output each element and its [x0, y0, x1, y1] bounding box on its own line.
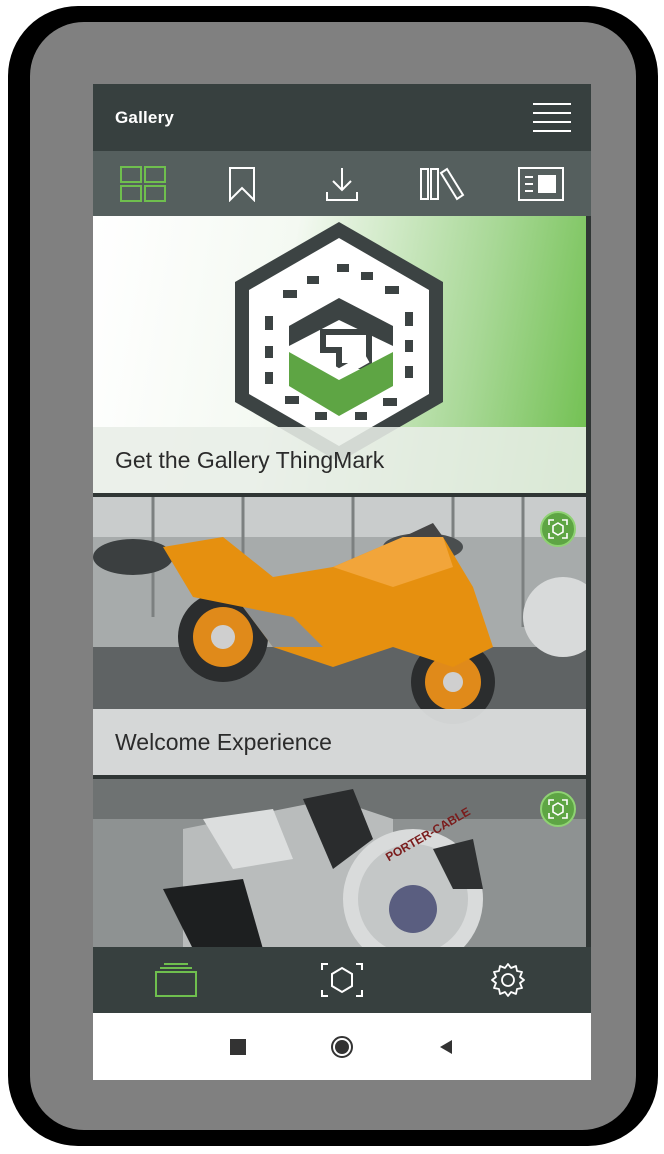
recents-button[interactable]	[223, 1032, 253, 1062]
card-caption: Welcome Experience	[93, 709, 586, 775]
tab-library[interactable]	[416, 159, 468, 209]
tab-grid[interactable]	[117, 159, 169, 209]
gallery-list: Get the Gallery ThingMark Welcome Experi…	[93, 216, 591, 947]
ar-badge[interactable]	[540, 791, 576, 827]
system-nav-bar	[93, 1013, 591, 1080]
hamburger-menu-icon[interactable]	[533, 102, 571, 133]
grid-icon	[119, 165, 166, 202]
card-caption: Get the Gallery ThingMark	[93, 427, 586, 493]
tab-bookmarks[interactable]	[216, 159, 268, 209]
gallery-card[interactable]: Welcome Experience	[93, 497, 586, 775]
tab-downloads[interactable]	[316, 159, 368, 209]
card-title: Get the Gallery ThingMark	[115, 446, 385, 473]
download-icon	[325, 167, 358, 201]
scan-icon	[321, 963, 363, 997]
gallery-card[interactable]: Get the Gallery ThingMark	[93, 216, 586, 493]
nav-settings[interactable]	[478, 955, 538, 1005]
circular-saw-image: PORTER-CABLE	[93, 779, 586, 947]
experiences-icon	[155, 963, 197, 997]
page-title: Gallery	[115, 107, 175, 127]
ar-scan-icon	[548, 799, 568, 819]
tab-info[interactable]	[515, 159, 567, 209]
home-icon	[331, 1035, 353, 1058]
tab-bar	[93, 151, 591, 216]
ar-scan-icon	[548, 519, 568, 539]
settings-icon	[491, 963, 525, 997]
recents-icon	[230, 1038, 246, 1055]
nav-experiences[interactable]	[146, 955, 206, 1005]
back-button[interactable]	[431, 1032, 461, 1062]
bookmark-icon	[229, 166, 256, 202]
home-button[interactable]	[327, 1032, 357, 1062]
app-screen: Gallery Get the Gallery ThingMark Welcom…	[93, 84, 591, 1080]
card-title: Welcome Experience	[115, 728, 332, 755]
back-icon	[440, 1039, 452, 1054]
library-icon	[419, 167, 464, 200]
gallery-card[interactable]: PORTER-CABLE	[93, 779, 586, 947]
nav-scan[interactable]	[312, 955, 372, 1005]
bottom-nav	[93, 947, 591, 1013]
app-header: Gallery	[93, 84, 591, 151]
info-card-icon	[518, 166, 565, 201]
ar-badge[interactable]	[540, 511, 576, 547]
